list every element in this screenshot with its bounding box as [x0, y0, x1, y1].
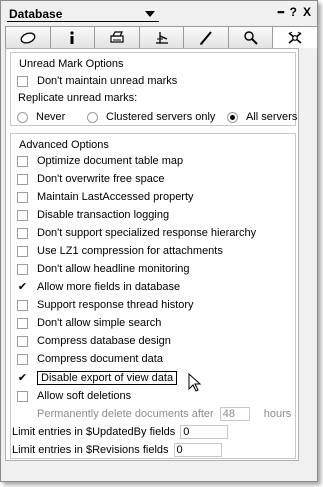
option-checkbox[interactable] [17, 335, 28, 347]
option-label: Don't allow headline monitoring [37, 263, 190, 275]
radio-never-button[interactable] [17, 111, 28, 123]
close-button[interactable]: X [303, 5, 311, 19]
info-ellipse-icon [20, 31, 36, 44]
option-row[interactable]: Maintain LastAccessed property [17, 189, 194, 205]
option-label: Don't maintain unread marks [37, 75, 178, 87]
pen-icon [200, 30, 212, 45]
replicate-unread-label: Replicate unread marks: [18, 92, 138, 104]
unread-mark-options-group: Unread Mark Options Don't maintain unrea… [10, 52, 297, 126]
option-label: Don't allow simple search [37, 317, 162, 329]
search-icon [243, 30, 258, 45]
mouse-cursor-icon [188, 373, 202, 392]
option-label: Use LZ1 compression for attachments [37, 245, 223, 257]
option-checkbox[interactable] [17, 155, 28, 167]
option-checkbox[interactable] [17, 191, 28, 203]
properties-type-dropdown[interactable]: Database [7, 6, 159, 22]
scrollbar-track[interactable] [299, 48, 317, 461]
option-checkbox[interactable] [17, 245, 28, 257]
limit-updatedby-label: Limit entries in $UpdatedBy fields [12, 426, 176, 438]
radio-all-servers-button[interactable] [227, 111, 238, 123]
option-row[interactable]: Don't allow simple search [17, 315, 161, 331]
tab-fulltext[interactable] [227, 26, 274, 48]
hours-unit-label: hours [263, 408, 292, 420]
tab-advanced[interactable] [272, 26, 319, 49]
option-row[interactable]: Compress database design [17, 333, 171, 349]
dont-maintain-unread-checkbox[interactable] [17, 75, 28, 87]
design-icon [155, 31, 168, 44]
permanent-delete-hours-input[interactable]: 48 [219, 407, 250, 421]
option-row[interactable]: Don't overwrite free space [17, 171, 164, 187]
option-label: Support response thread history [37, 299, 194, 311]
option-label: Don't overwrite free space [37, 173, 165, 185]
limit-revisions-label: Limit entries in $Revisions fields [12, 444, 169, 456]
checkmark-icon[interactable]: ✔ [17, 372, 28, 384]
limit-updatedby-row: Limit entries in $UpdatedBy fields 0 [12, 424, 229, 440]
option-checkbox[interactable] [17, 227, 28, 239]
option-row[interactable]: Disable transaction logging [17, 207, 169, 223]
option-label: Allow soft deletions [37, 390, 132, 402]
limit-revisions-row: Limit entries in $Revisions fields 0 [12, 442, 222, 458]
printer-icon [110, 30, 124, 43]
option-checkbox[interactable] [17, 299, 28, 311]
tab-basics[interactable] [5, 26, 51, 48]
unread-section-title: Unread Mark Options [19, 58, 124, 70]
option-row[interactable]: Allow soft deletions [17, 388, 131, 404]
option-label: Maintain LastAccessed property [37, 191, 194, 203]
database-properties-window: Database ▪▪▪ ? X Unread Mark Options Don… [0, 0, 319, 482]
tab-design[interactable] [138, 26, 185, 48]
option-label: Don't support specialized response hiera… [37, 227, 257, 239]
option-label: Disable transaction logging [37, 209, 170, 221]
permanent-delete-row: Permanently delete documents after 48 ho… [37, 406, 291, 422]
radio-label: Clustered servers only [106, 111, 216, 123]
option-checkbox[interactable] [17, 317, 28, 329]
option-row[interactable]: ✔ Allow more fields in database [17, 279, 180, 295]
radio-never[interactable]: Never [17, 109, 65, 125]
option-label: Compress document data [37, 353, 163, 365]
limit-updatedby-input[interactable]: 0 [180, 425, 229, 439]
titlebar: Database ▪▪▪ ? X [1, 1, 317, 26]
option-label: Optimize document table map [37, 155, 184, 167]
chevron-down-icon [145, 10, 155, 17]
tab-info[interactable] [49, 26, 96, 48]
radio-clustered-button[interactable] [87, 111, 98, 123]
radio-label: All servers [246, 111, 298, 123]
radio-selected-dot [230, 114, 235, 120]
advanced-section-title: Advanced Options [19, 139, 109, 151]
radio-label: Never [36, 111, 66, 123]
limit-revisions-input[interactable]: 0 [173, 443, 222, 457]
checkmark-icon[interactable]: ✔ [17, 281, 28, 293]
tab-strip [5, 26, 319, 49]
option-checkbox[interactable] [17, 263, 28, 275]
option-row[interactable]: Support response thread history [17, 297, 194, 313]
advanced-tab-panel: Unread Mark Options Don't maintain unrea… [5, 48, 299, 461]
option-row[interactable]: ✔ Disable export of view data [17, 370, 178, 386]
option-checkbox[interactable] [17, 173, 28, 185]
radio-all-servers[interactable]: All servers [227, 109, 297, 125]
radio-clustered[interactable]: Clustered servers only [87, 109, 215, 125]
permanent-delete-label: Permanently delete documents after [37, 408, 214, 420]
dont-maintain-unread-option[interactable]: Don't maintain unread marks [17, 73, 177, 89]
option-row[interactable]: Don't allow headline monitoring [17, 261, 190, 277]
advanced-propeller-icon [288, 31, 302, 44]
option-checkbox[interactable] [17, 390, 28, 402]
option-label: Disable export of view data [37, 371, 178, 385]
info-i-icon [70, 30, 74, 44]
tab-print[interactable] [94, 26, 140, 48]
tab-launch[interactable] [183, 26, 229, 48]
option-checkbox[interactable] [17, 209, 28, 221]
dropdown-label: Database [9, 6, 63, 21]
option-row[interactable]: Compress document data [17, 351, 163, 367]
option-label: Allow more fields in database [37, 281, 181, 293]
option-row[interactable]: Don't support specialized response hiera… [17, 225, 256, 241]
help-button[interactable]: ? [290, 5, 297, 19]
advanced-options-group: Advanced Options Optimize document table… [10, 133, 296, 459]
option-row[interactable]: Optimize document table map [17, 153, 183, 169]
option-row[interactable]: Use LZ1 compression for attachments [17, 243, 223, 259]
title-buttons: ▪▪▪ ? X [277, 5, 311, 19]
option-checkbox[interactable] [17, 353, 28, 365]
options-dots-button[interactable]: ▪▪▪ [277, 7, 285, 17]
option-label: Compress database design [37, 335, 171, 347]
